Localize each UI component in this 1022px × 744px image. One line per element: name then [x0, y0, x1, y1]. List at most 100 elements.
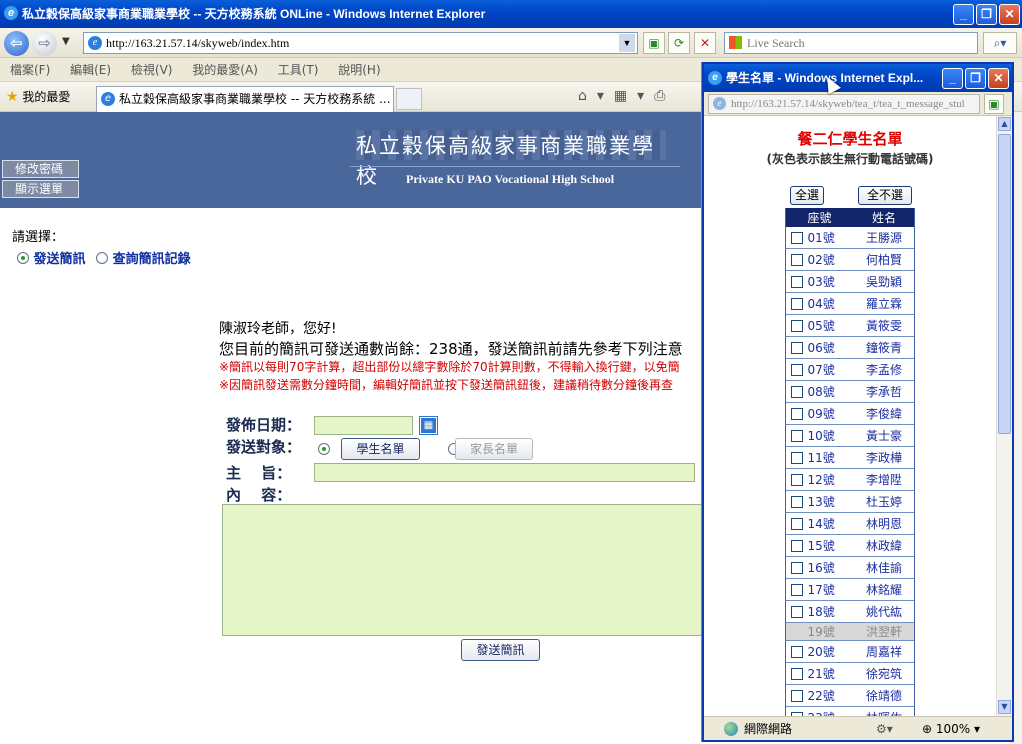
student-checkbox[interactable] [790, 584, 803, 596]
table-row[interactable]: 18號 姚代紘 [785, 600, 915, 623]
table-row[interactable]: 21號 徐宛筑 [785, 662, 915, 685]
popup-scroll-thumb[interactable] [998, 134, 1011, 434]
student-checkbox[interactable] [790, 342, 803, 354]
popup-minimize-button[interactable]: _ [942, 68, 963, 89]
table-row[interactable]: 01號 王勝源 [785, 226, 915, 249]
table-row[interactable]: 14號 林明恩 [785, 512, 915, 535]
student-checkbox[interactable] [790, 298, 803, 310]
table-row[interactable]: 17號 林銘耀 [785, 578, 915, 601]
popup-address-field[interactable]: e http://163.21.57.14/skyweb/tea_t/tea_t… [708, 94, 980, 114]
parent-list-button[interactable]: 家長名單 [455, 438, 533, 460]
scroll-down-icon[interactable]: ▼ [998, 700, 1011, 714]
popup-close-button[interactable]: ✕ [988, 68, 1009, 89]
menu-tools[interactable]: 工具(T) [272, 58, 325, 82]
student-checkbox[interactable] [790, 474, 803, 486]
student-list-button[interactable]: 學生名單 [341, 438, 420, 460]
forward-button[interactable]: ⇨ [32, 31, 57, 56]
table-row[interactable]: 04號 羅立霖 [785, 292, 915, 315]
table-row[interactable]: 06號 鐘筱青 [785, 336, 915, 359]
student-checkbox[interactable] [790, 276, 803, 288]
student-checkbox[interactable] [790, 408, 803, 420]
student-checkbox[interactable] [790, 364, 803, 376]
menu-help[interactable]: 說明(H) [332, 58, 386, 82]
student-checkbox[interactable] [790, 668, 803, 680]
student-checkbox[interactable] [790, 254, 803, 266]
close-button[interactable]: ✕ [999, 4, 1020, 25]
refresh-icon[interactable]: ⟳ [668, 32, 690, 54]
tab-active[interactable]: e 私立穀保高級家事商業職業學校 -- 天方校務系統 ... [96, 86, 394, 112]
send-sms-button[interactable]: 發送簡訊 [461, 639, 540, 661]
home-icon[interactable]: ⌂▾ [578, 88, 614, 104]
table-row[interactable]: 12號 李增陞 [785, 468, 915, 491]
address-input[interactable]: e http://163.21.57.14/skyweb/index.htm ▼ [83, 32, 638, 54]
menu-edit[interactable]: 編輯(E) [64, 58, 117, 82]
print-icon[interactable]: ⎙ [654, 88, 675, 104]
table-row[interactable]: 15號 林政緯 [785, 534, 915, 557]
table-row[interactable]: 09號 李俊緯 [785, 402, 915, 425]
student-checkbox[interactable] [790, 562, 803, 574]
feeds-icon[interactable]: ▦▾ [614, 88, 654, 104]
table-row[interactable]: 05號 黃筱雯 [785, 314, 915, 337]
table-row[interactable]: 13號 杜玉婷 [785, 490, 915, 513]
send-sms-label[interactable]: 發送簡訊 [34, 252, 86, 267]
table-row[interactable]: 07號 李孟修 [785, 358, 915, 381]
student-checkbox[interactable] [790, 646, 803, 658]
subject-field[interactable] [314, 463, 695, 482]
student-checkbox[interactable] [790, 540, 803, 552]
send-sms-radio[interactable] [17, 252, 29, 264]
table-row[interactable]: 11號 李政樺 [785, 446, 915, 469]
menu-favorites[interactable]: 我的最愛(A) [186, 58, 264, 82]
select-none-button[interactable]: 全不選 [858, 186, 912, 205]
student-checkbox[interactable] [790, 232, 803, 244]
student-checkbox[interactable] [790, 430, 803, 442]
menu-view[interactable]: 檢視(V) [125, 58, 179, 82]
change-password-button[interactable]: 修改密碼 [2, 160, 79, 178]
search-icon[interactable]: ⌕▾ [983, 32, 1017, 54]
popup-scrollbar[interactable]: ▲ ▼ [996, 116, 1012, 716]
restore-button[interactable]: ❐ [976, 4, 997, 25]
student-checkbox[interactable] [790, 320, 803, 332]
minimize-button[interactable]: _ [953, 4, 974, 25]
menu-file[interactable]: 檔案(F) [4, 58, 56, 82]
table-row[interactable]: 22號 徐靖德 [785, 684, 915, 707]
new-tab-button[interactable] [396, 88, 422, 110]
student-checkbox[interactable] [790, 606, 803, 618]
select-all-button[interactable]: 全選 [790, 186, 824, 205]
table-row[interactable]: 02號 何柏賢 [785, 248, 915, 271]
table-row[interactable]: 20號 周嘉祥 [785, 640, 915, 663]
compat-view-icon[interactable]: ▣ [643, 32, 665, 54]
stop-icon[interactable]: ✕ [694, 32, 716, 54]
table-row[interactable]: 23號林暉佐 [785, 706, 915, 716]
calendar-icon[interactable]: ▦ [420, 417, 437, 434]
table-row[interactable]: 08號 李承哲 [785, 380, 915, 403]
popup-title-bar: e 學生名單 - Windows Internet Expl... _ ❐ ✕ [704, 64, 1012, 92]
back-button[interactable]: ⇦ [4, 31, 29, 56]
content-field[interactable] [222, 504, 710, 636]
zoom-control[interactable]: ⊕ 100% ▾ [922, 717, 980, 741]
protected-mode-icon[interactable]: ⚙▾ [876, 717, 893, 741]
student-checkbox[interactable] [790, 690, 803, 702]
student-checkbox[interactable] [790, 496, 803, 508]
favorites-button[interactable]: ★ 我的最愛 [6, 88, 70, 105]
scroll-up-icon[interactable]: ▲ [998, 117, 1011, 131]
query-records-radio[interactable] [96, 252, 109, 264]
table-row[interactable]: 10號 黃士豪 [785, 424, 915, 447]
query-records-label[interactable]: 查詢簡訊記錄 [113, 252, 191, 267]
table-row[interactable]: 16號 林佳諭 [785, 556, 915, 579]
seat-number: 01號 [807, 226, 854, 249]
table-row[interactable]: 03號 吳勁穎 [785, 270, 915, 293]
student-checkbox[interactable] [790, 452, 803, 464]
search-input[interactable]: Live Search [724, 32, 978, 54]
student-checkbox[interactable] [790, 386, 803, 398]
student-target-radio[interactable] [318, 443, 330, 455]
address-dropdown-icon[interactable]: ▼ [619, 34, 635, 52]
row-checkbox-cell [785, 600, 808, 623]
compat-view-icon[interactable]: ▣ [984, 94, 1004, 114]
student-checkbox[interactable] [790, 518, 803, 530]
history-dropdown-icon[interactable]: ▼ [62, 36, 70, 47]
popup-maximize-button[interactable]: ❐ [965, 68, 986, 89]
school-name-zh: 私立穀保高級家事商業職業學校 [356, 130, 666, 188]
show-menu-button[interactable]: 顯示選單 [2, 180, 79, 198]
row-checkbox-cell [785, 446, 808, 469]
date-field[interactable] [314, 416, 413, 435]
